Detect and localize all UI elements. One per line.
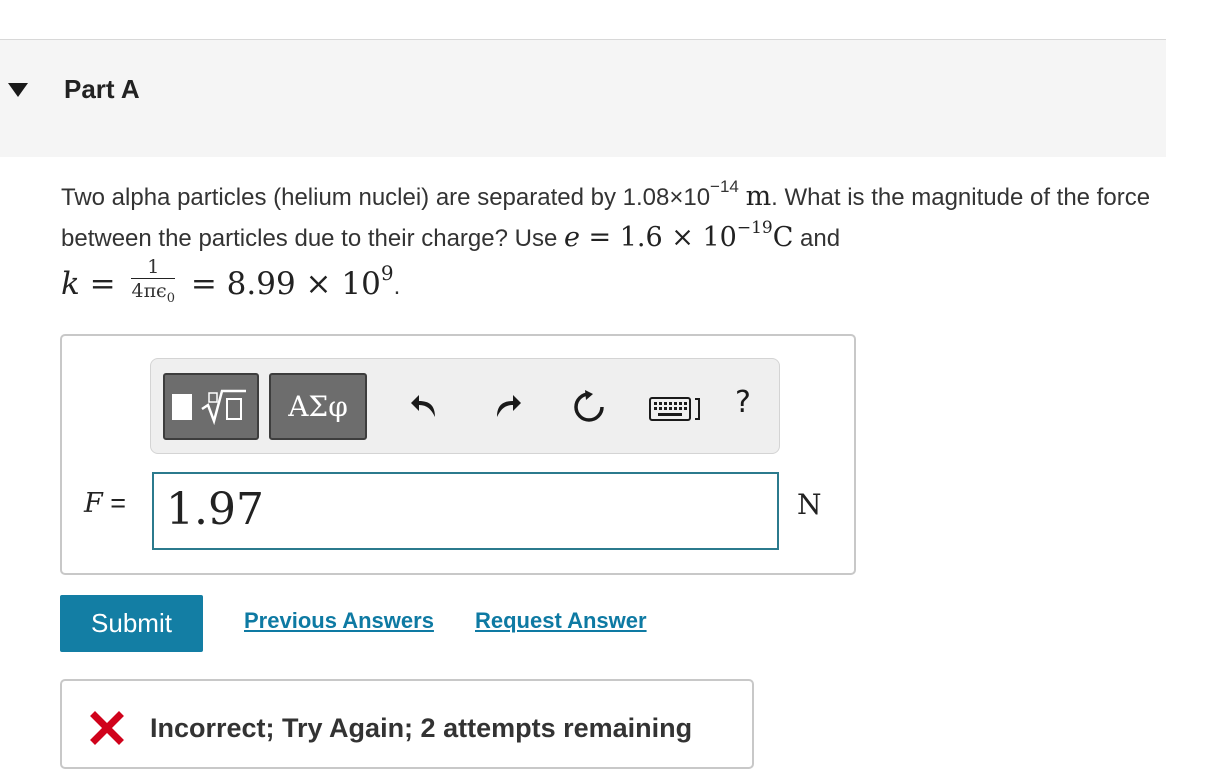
help-icon[interactable]: ? [735, 385, 751, 420]
part-header[interactable] [0, 40, 1166, 157]
k-equals: = [79, 265, 126, 302]
question-sentence-3: and [793, 225, 841, 252]
question-sentence-1: Two alpha particles (helium nuclei) are … [61, 184, 711, 211]
fraction-numerator: 1 [131, 256, 175, 279]
fraction-denominator: 4πϵ [131, 280, 167, 302]
exponent-distance: −14 [710, 177, 739, 196]
redo-icon[interactable] [491, 389, 523, 421]
var-e: e [563, 222, 580, 253]
templates-button[interactable] [163, 373, 259, 440]
fraction-denominator-subscript: 0 [166, 290, 175, 306]
request-answer-link[interactable]: Request Answer [475, 608, 647, 634]
incorrect-x-icon [90, 711, 124, 750]
reset-icon[interactable] [571, 389, 607, 425]
placeholder-square-icon [172, 393, 192, 420]
unit-coulomb: C [772, 222, 794, 253]
feedback-panel: Incorrect; Try Again; 2 attempts remaini… [60, 679, 754, 769]
sqrt-template-icon [201, 389, 246, 425]
question-end-period: . [393, 272, 401, 300]
answer-equals: = [102, 488, 127, 518]
answer-unit: N [797, 488, 822, 521]
exponent-charge: −19 [736, 218, 773, 238]
k-value: = 8.99 × 10 [180, 265, 381, 302]
undo-icon[interactable] [409, 389, 441, 421]
exponent-k: 9 [380, 260, 394, 285]
var-k: k [61, 265, 80, 302]
answer-variable-label: F = [84, 488, 126, 519]
e-value: = 1.6 × 10 [579, 222, 737, 253]
greek-symbols-button[interactable]: ΑΣφ [269, 373, 367, 440]
feedback-message: Incorrect; Try Again; 2 attempts remaini… [150, 713, 693, 743]
submit-button[interactable]: Submit [60, 595, 203, 652]
fraction-one-over-four-pi-epsilon: 1 4πϵ0 [131, 256, 175, 311]
math-toolbar: ΑΣφ ? [150, 358, 780, 454]
unit-meters: m [745, 181, 772, 212]
part-title: Part A [64, 74, 140, 104]
keyboard-icon[interactable] [649, 395, 705, 423]
question-text: Two alpha particles (helium nuclei) are … [61, 177, 1161, 315]
answer-panel: ΑΣφ ? F = 1.97 N [60, 334, 856, 575]
answer-input[interactable]: 1.97 [152, 472, 779, 550]
collapse-caret-icon[interactable] [8, 83, 28, 97]
answer-variable: F [84, 488, 103, 519]
previous-answers-link[interactable]: Previous Answers [244, 608, 434, 634]
